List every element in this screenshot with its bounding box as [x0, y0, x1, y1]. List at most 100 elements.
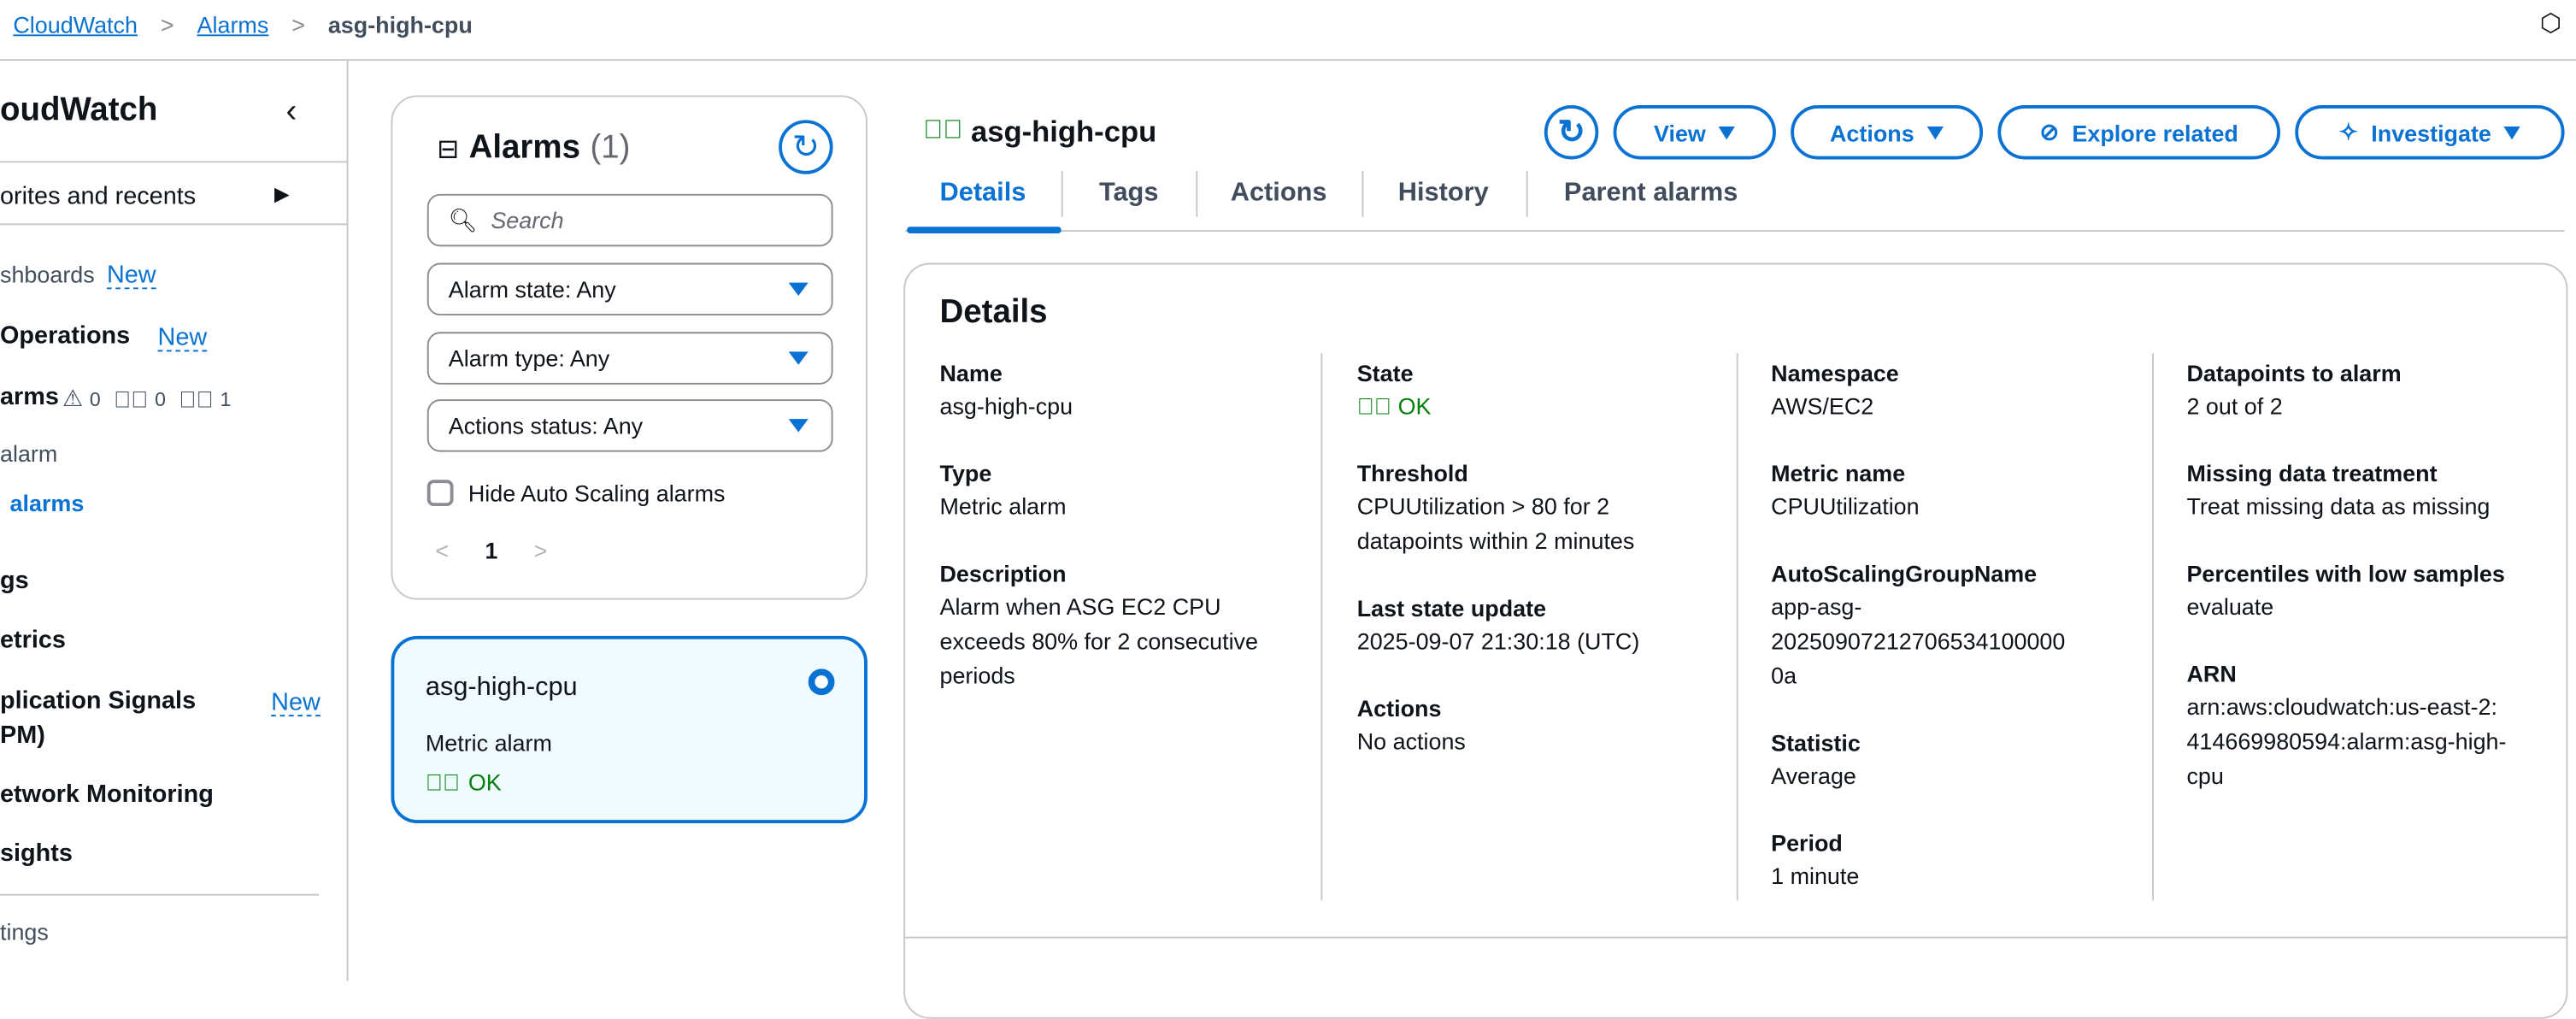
- divider: [0, 223, 347, 226]
- alarm-counts: ⚠ 0 ✓⃝ 0 ⋯⃝ 1: [62, 385, 231, 413]
- hide-asg-checkbox[interactable]: [426, 480, 454, 507]
- alarm-list-item[interactable]: asg-high-cpu Metric alarm ✓⃝ OK: [391, 635, 867, 824]
- statistic-label: Statistic: [1771, 729, 1861, 757]
- actions-button[interactable]: Actions: [1791, 105, 1984, 160]
- new-badge: New: [157, 323, 208, 352]
- sidebar-item-insights[interactable]: sights: [0, 839, 73, 868]
- sidebar-item-logs[interactable]: gs: [0, 567, 29, 595]
- refresh-button[interactable]: ↻: [779, 120, 833, 174]
- sidebar-item-alarms[interactable]: arms: [0, 383, 59, 411]
- divider: [0, 59, 2576, 62]
- hexagon-settings-icon[interactable]: ⬡: [2540, 9, 2561, 38]
- tab-tags[interactable]: Tags: [1099, 180, 1158, 209]
- name-label: Name: [939, 359, 1003, 386]
- select-value: Actions status: Any: [448, 412, 644, 439]
- alarm-list-panel: ⊟ Alarms (1) ↻ 🔍︎ Search Alarm state: An…: [391, 95, 867, 600]
- actions-status-select[interactable]: Actions status: Any: [426, 399, 833, 452]
- caret-down-icon: [788, 351, 809, 365]
- search-placeholder: Search: [491, 207, 564, 233]
- tab-details[interactable]: Details: [939, 180, 1026, 209]
- statistic-value: Average: [1771, 762, 1856, 789]
- sidebar-item-metrics[interactable]: etrics: [0, 626, 66, 654]
- search-input[interactable]: 🔍︎ Search: [426, 193, 833, 247]
- alarm-count: (1): [590, 129, 631, 167]
- column-separator: [2152, 353, 2155, 901]
- period-value: 1 minute: [1771, 863, 1860, 889]
- sidebar: oudWatch ‹ orites and recents ▶ shboards…: [0, 61, 349, 981]
- pagination: < 1 >: [435, 538, 547, 564]
- search-icon: 🔍︎: [448, 206, 478, 233]
- chevron-right-icon: >: [160, 11, 174, 38]
- tab-history[interactable]: History: [1398, 180, 1489, 209]
- tab-parent-alarms[interactable]: Parent alarms: [1564, 180, 1738, 209]
- last-state-update-label: Last state update: [1356, 594, 1547, 621]
- alarm-item-type: Metric alarm: [425, 729, 552, 757]
- alarm-item-state: ✓⃝ OK: [426, 769, 502, 796]
- tab-separator: [1061, 170, 1063, 217]
- details-heading: Details: [939, 294, 1048, 331]
- hide-asg-checkbox-row[interactable]: Hide Auto Scaling alarms: [426, 480, 726, 507]
- actions-label: Actions: [1830, 119, 1914, 146]
- breadcrumb-cloudwatch[interactable]: CloudWatch: [13, 11, 138, 38]
- explore-label: Explore related: [2072, 119, 2238, 146]
- arn-value: arn:aws:cloudwatch:us-east-2:41466998059…: [2186, 693, 2507, 789]
- caret-right-icon[interactable]: ▶: [274, 182, 290, 205]
- sidebar-item-operations[interactable]: Operations: [0, 322, 130, 350]
- alarm-state-select[interactable]: Alarm state: Any: [426, 262, 833, 316]
- sidebar-item-dashboards[interactable]: shboards: [0, 262, 95, 288]
- sidebar-item-network-monitoring[interactable]: etwork Monitoring: [0, 780, 214, 809]
- type-value: Metric alarm: [939, 492, 1067, 520]
- state-text: OK: [468, 769, 502, 796]
- collapse-icon[interactable]: ⊟: [437, 133, 459, 165]
- explore-related-button[interactable]: ⊘ Explore related: [1997, 105, 2281, 160]
- refresh-button[interactable]: ↻: [1544, 105, 1599, 160]
- page-number[interactable]: 1: [485, 538, 497, 564]
- sidebar-item-settings[interactable]: tings: [0, 919, 49, 945]
- breadcrumb-alarms[interactable]: Alarms: [197, 11, 269, 38]
- in-alarm-count: 0: [89, 386, 101, 410]
- sidebar-item-in-alarm[interactable]: alarm: [0, 440, 57, 467]
- next-page-icon[interactable]: >: [534, 538, 548, 564]
- investigate-button[interactable]: ✧ Investigate: [2295, 105, 2565, 160]
- last-state-update-value: 2025-09-07 21:30:18 (UTC): [1356, 627, 1640, 655]
- collapse-sidebar-icon[interactable]: ‹: [285, 94, 297, 132]
- sidebar-item-all-alarms[interactable]: alarms: [10, 490, 85, 516]
- arn-label: ARN: [2186, 660, 2237, 687]
- page-title: asg-high-cpu: [971, 115, 1157, 148]
- investigate-label: Investigate: [2371, 119, 2491, 146]
- new-badge: New: [106, 261, 156, 290]
- tabs-divider: [905, 230, 2565, 233]
- view-button[interactable]: View: [1613, 105, 1776, 160]
- sidebar-item-application-signals-line2[interactable]: PM): [0, 722, 45, 750]
- tab-actions[interactable]: Actions: [1231, 180, 1327, 209]
- page: CloudWatch > Alarms > asg-high-cpu ⬡ oud…: [0, 0, 2576, 1019]
- sparkle-icon: ✧: [2338, 118, 2358, 145]
- alarm-type-select[interactable]: Alarm type: Any: [426, 332, 833, 385]
- sidebar-item-application-signals[interactable]: plication Signals: [0, 686, 196, 715]
- alarm-list-title: Alarms: [468, 129, 580, 167]
- sidebar-title: oudWatch: [0, 91, 158, 128]
- radio-selected[interactable]: [808, 669, 835, 696]
- sidebar-item-favorites[interactable]: orites and recents: [0, 182, 196, 210]
- check-circle-icon: ✓⃝: [114, 385, 149, 412]
- alarm-item-name: asg-high-cpu: [425, 674, 578, 702]
- state-text: OK: [1397, 392, 1432, 420]
- period-label: Period: [1771, 829, 1843, 857]
- column-separator: [1320, 353, 1323, 901]
- caret-down-icon: [1719, 126, 1736, 139]
- view-label: View: [1654, 119, 1706, 146]
- check-circle-icon: ✓⃝: [425, 769, 461, 796]
- missing-data-value: Treat missing data as missing: [2186, 492, 2491, 520]
- refresh-icon: ↻: [1557, 115, 1585, 151]
- breadcrumb: CloudWatch > Alarms > asg-high-cpu: [13, 11, 472, 38]
- state-value: ✓⃝ OK: [1357, 390, 1710, 424]
- alarm-list-header: ⊟ Alarms (1): [437, 130, 630, 168]
- actions-label: Actions: [1356, 695, 1442, 722]
- actions-value: No actions: [1356, 727, 1466, 755]
- active-tab-indicator: [907, 227, 1062, 233]
- warning-icon: ⚠: [62, 384, 84, 411]
- details-column-1: Name asg-high-cpu Type Metric alarm Desc…: [939, 356, 1292, 726]
- prev-page-icon[interactable]: <: [435, 538, 449, 564]
- percentiles-label: Percentiles with low samples: [2186, 560, 2505, 587]
- details-column-3: Namespace AWS/EC2 Metric name CPUUtiliza…: [1771, 356, 2124, 927]
